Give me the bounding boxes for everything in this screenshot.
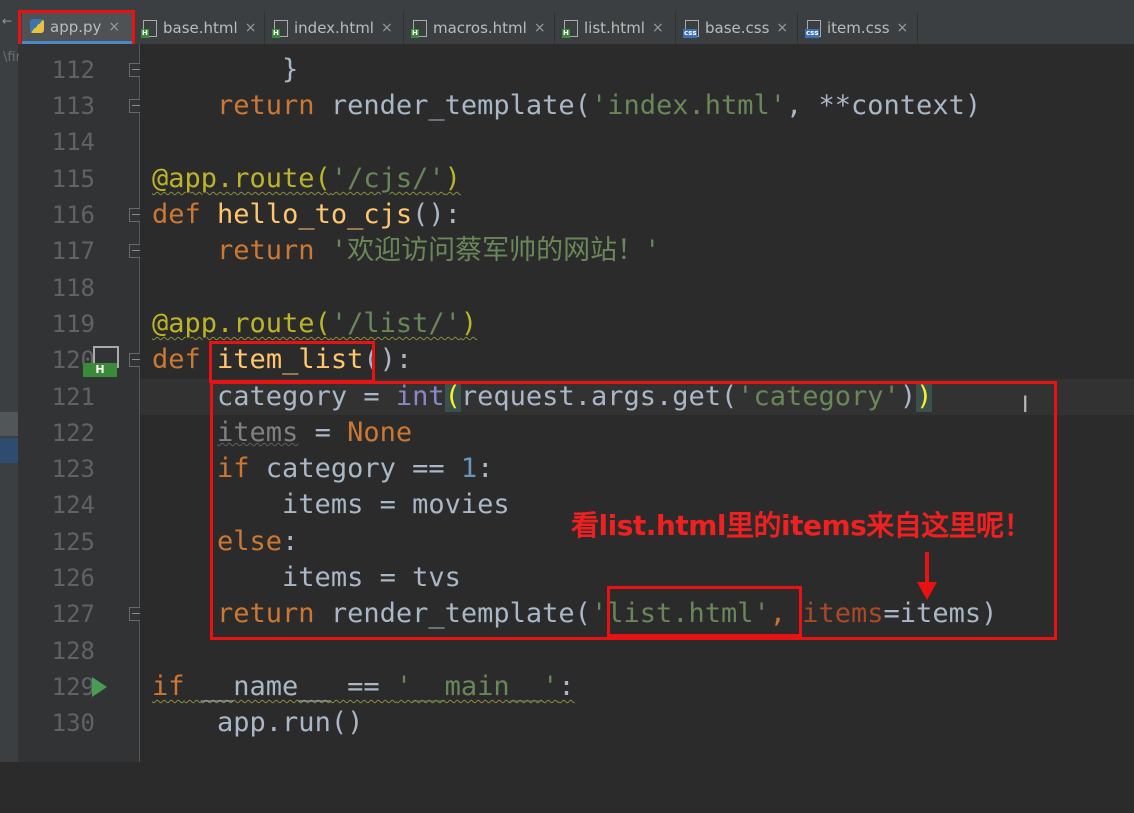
html-file-icon: H [272,19,288,38]
line-number: 128 [51,637,95,665]
close-icon[interactable]: × [776,20,788,36]
line-number: 119 [51,310,95,338]
css-file-icon: css [683,19,699,38]
code-line-112: } [282,54,299,85]
tab-label: base.html [163,19,238,37]
close-icon[interactable]: × [381,20,393,36]
code-line-130: app.run() [217,707,364,738]
line-number: 117 [51,237,95,265]
line-number: 123 [51,455,95,483]
line-number: 118 [51,274,95,302]
annotation-arrow-shaft [925,552,929,586]
project-tree-selection [0,412,18,436]
code-line-116: def hello_to_cjs(): [152,199,461,230]
line-number-gutter: 112 113 114 115 116 117 118 119 120 121 … [19,44,143,762]
line-number: 113 [51,92,95,120]
line-number: 129 [51,673,95,701]
line-number: 112 [51,56,95,84]
code-line-113: return render_template('index.html', **c… [217,90,982,121]
code-line-115: @app.route('/cjs/') [152,163,461,194]
tab-base-css[interactable]: css base.css × [677,12,798,44]
line-number: 116 [51,201,95,229]
text-cursor-icon: I [1022,393,1029,418]
tab-base-html[interactable]: H base.html × [135,12,265,44]
project-tree-selection-active [0,438,18,463]
project-panel-edge: ← [0,0,18,44]
line-number: 114 [51,128,95,156]
tab-label: index.html [294,19,374,37]
line-number: 121 [51,383,95,411]
collapse-arrow-icon[interactable]: ← [2,14,12,28]
tab-list-html[interactable]: H list.html × [556,12,676,44]
line-number: 125 [51,528,95,556]
code-line-117: return '欢迎访问蔡军帅的网站！' [217,235,661,266]
line-number: 130 [51,709,95,737]
template-link-icon[interactable]: H [83,346,119,380]
editor-tab-bar: ← app.py × H base.html × H index.html × … [0,0,1134,45]
line-number: 122 [51,419,95,447]
tab-item-css[interactable]: css item.css × [799,12,918,44]
template-name-highlight-box [607,586,802,637]
line-number: 126 [51,564,95,592]
tab-macros-html[interactable]: H macros.html × [405,12,555,44]
close-icon[interactable]: × [897,20,909,36]
tab-index-html[interactable]: H index.html × [266,12,404,44]
tab-label: item.css [827,19,890,37]
close-icon[interactable]: × [245,20,257,36]
project-panel-edge-strip: \fir [0,44,21,762]
run-icon[interactable] [92,677,107,697]
annotation-arrow-icon [917,582,937,600]
tab-label: list.html [584,19,645,37]
tab-label: base.css [705,19,770,37]
html-file-icon: H [562,19,578,38]
annotation-note: 看list.html里的items来自这里呢！ [571,509,1032,542]
close-icon[interactable]: × [652,20,664,36]
close-icon[interactable]: × [534,20,546,36]
function-name-highlight-box [209,341,375,383]
code-line-119: @app.route('/list/') [152,308,478,339]
line-number: 124 [51,491,95,519]
tab-label: macros.html [433,19,527,37]
html-file-icon: H [411,19,427,38]
line-number: 115 [51,165,95,193]
line-number: 127 [51,600,95,628]
code-line-129: if __name__ == '__main__': [152,671,575,702]
css-file-icon: css [805,19,821,38]
html-file-icon: H [141,19,157,38]
